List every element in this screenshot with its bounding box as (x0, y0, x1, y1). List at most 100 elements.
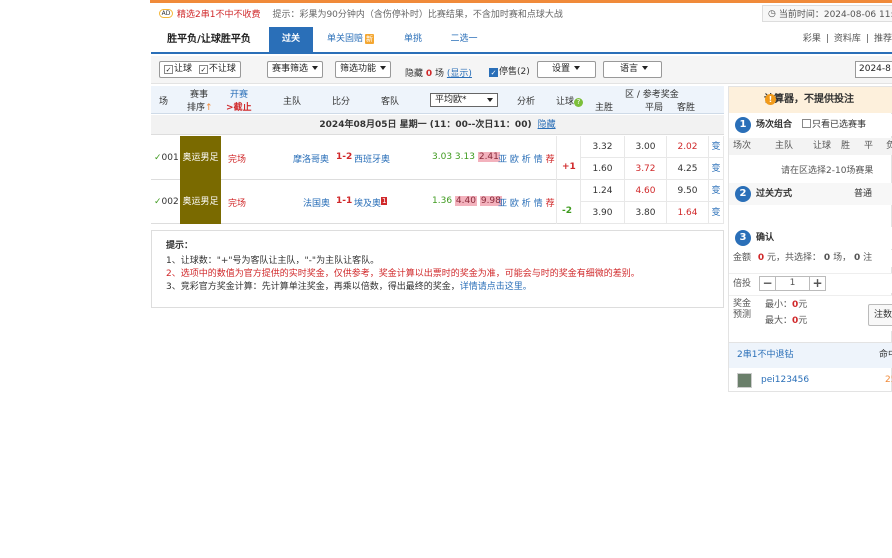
tab-two-choose-one[interactable]: 二选一 (438, 27, 490, 52)
tab-guoguan[interactable]: 过关 (269, 27, 313, 52)
link-ya[interactable]: 亚 (498, 199, 507, 209)
link-ya[interactable]: 亚 (498, 155, 507, 165)
selected-count: 0 (823, 253, 831, 263)
hide-day-link[interactable]: 隐藏 (538, 120, 556, 130)
odds-type-value: 平均欧* (435, 95, 467, 105)
odd-top-loss[interactable]: 9.50 (667, 180, 709, 202)
match-filter-dropdown[interactable]: 赛事筛选 (267, 61, 324, 78)
avg-odds: 1.36 4.40 9.98 (432, 196, 502, 206)
tips-title: 提示： (166, 241, 194, 251)
calc-col-sheng: 胜 (841, 141, 851, 151)
col-kaisai[interactable]: 开赛 (230, 87, 248, 100)
notes-button[interactable]: 注数 (868, 304, 892, 326)
odd-change-link[interactable]: 变 (709, 202, 724, 224)
link-ou[interactable]: 欧 (510, 199, 519, 209)
date-input[interactable]: 2024-8 (855, 61, 892, 78)
rangqiu-filter[interactable]: ✓ 让球 ✓ 不让球 (159, 61, 241, 78)
ad-promo-link[interactable]: 精选2串1不中不收费 (177, 7, 260, 20)
plus-icon[interactable]: + (810, 277, 825, 290)
tab-single-fixed[interactable]: 单关固赔新 (313, 27, 388, 52)
step1-columns: 场次 主队 让球 胜 平 负 (729, 138, 892, 155)
handicap-cell: -2 (556, 180, 581, 224)
link-recommend[interactable]: 荐 (546, 155, 555, 165)
stop-sale-checkbox[interactable]: ✓ (489, 68, 498, 77)
filter-func-dropdown[interactable]: 筛选功能 (335, 61, 392, 78)
only-selected-toggle[interactable]: 只看已选赛事 (802, 119, 866, 130)
home-team[interactable]: 摩洛哥奥 (293, 152, 329, 165)
col-paixu[interactable]: 排序↑ (187, 100, 213, 113)
date-row-text: 2024年08月05日 星期一 (11：00--次日11：00) (319, 120, 532, 130)
no-rangqiu-checkbox[interactable]: ✓ (198, 65, 208, 74)
rangqiu-checkbox[interactable]: ✓ (164, 65, 173, 74)
odd-bottom-draw[interactable]: 3.72 (625, 158, 667, 180)
link-ziliaoku[interactable]: 资料库 (834, 27, 861, 52)
promo-user-row[interactable]: pei123456 25 (729, 368, 892, 393)
promo-user[interactable]: pei123456 (761, 375, 809, 385)
table-header: 场 赛事 排序↑ 开赛 >截止 主队 比分 客队 平均欧* 分析 让球? 区 /… (151, 86, 724, 114)
tab-spf[interactable]: 胜平负/让球胜平负 (151, 27, 267, 52)
odd-top-win[interactable]: 3.32 (581, 136, 625, 158)
promo-user-value: 25 (885, 375, 892, 385)
odd-top-draw[interactable]: 4.60 (625, 180, 667, 202)
match-number[interactable]: ✓001 (154, 153, 179, 163)
step2-section: 2 过关方式 普通 (729, 183, 892, 205)
link-recommend[interactable]: 荐 (546, 199, 555, 209)
minus-icon[interactable]: − (760, 277, 775, 290)
notes-count: 0 (853, 253, 861, 263)
odd-change-link[interactable]: 变 (709, 158, 724, 180)
odd-change-link[interactable]: 变 (709, 180, 724, 202)
tip-detail-link[interactable]: 详情请点击这里。 (460, 282, 532, 292)
odd-top-loss[interactable]: 2.02 (667, 136, 709, 158)
col-jiezhi[interactable]: >截止 (226, 100, 252, 113)
link-qing[interactable]: 情 (534, 199, 543, 209)
settings-dropdown[interactable]: 设置 (537, 61, 596, 78)
prize-min-label: 最小： (765, 300, 793, 310)
link-qing[interactable]: 情 (534, 155, 543, 165)
promo-title-row[interactable]: 2串1不中退钻 命中 (729, 343, 892, 368)
calculator-title: 计算器，不提供投注 (764, 94, 854, 105)
prize-max-label: 最大： (765, 316, 793, 326)
ad-bar[interactable]: AD 精选2串1不中不收费 提示：彩果为90分钟内（含伤停补时）比赛结果，不含加… (159, 6, 563, 20)
step-number-icon: 2 (735, 186, 751, 202)
date-row: 2024年08月05日 星期一 (11：00--次日11：00) 隐藏 (151, 115, 724, 135)
link-xi[interactable]: 析 (522, 199, 531, 209)
home-team[interactable]: 法国奥 (303, 196, 330, 209)
show-hidden-link[interactable]: (显示) (447, 69, 472, 79)
odd-top-draw[interactable]: 3.00 (625, 136, 667, 158)
odd-bottom-win[interactable]: 1.60 (581, 158, 625, 180)
odd-top-win[interactable]: 1.24 (581, 180, 625, 202)
odd-change-link[interactable]: 变 (709, 136, 724, 158)
match-number[interactable]: ✓002 (154, 197, 179, 207)
normal-mode-tab[interactable]: 普通 (854, 183, 872, 205)
odd-bottom-win[interactable]: 3.90 (581, 202, 625, 224)
prize-predict-label: 奖金预测 (733, 299, 752, 320)
multiplier-value[interactable]: 1 (775, 277, 810, 290)
match-score[interactable]: 1-2 (336, 152, 352, 162)
chevron-down-icon (642, 66, 649, 70)
only-selected-checkbox[interactable] (802, 119, 812, 128)
link-tuijian[interactable]: 推荐 (874, 27, 892, 52)
league-badge[interactable]: 奥运男足 (180, 136, 221, 180)
league-badge[interactable]: 奥运男足 (180, 180, 221, 224)
link-xi[interactable]: 析 (522, 155, 531, 165)
help-icon[interactable]: ? (574, 98, 584, 107)
odd-bottom-loss[interactable]: 1.64 (667, 202, 709, 224)
away-team[interactable]: 西班牙奥 (354, 152, 390, 165)
tab-single[interactable]: 单挑 (388, 27, 438, 52)
col-zhusheng: 主胜 (595, 103, 614, 113)
match-score[interactable]: 1-1 (336, 196, 352, 206)
prize-predict-row: 奖金预测 最小：0元 最大：0元 注数 (729, 295, 892, 331)
odd-bottom-loss[interactable]: 4.25 (667, 158, 709, 180)
away-team[interactable]: 埃及奥1 (354, 196, 388, 209)
stop-sale-toggle[interactable]: ✓ 停售(2) (489, 64, 530, 77)
odds-type-select[interactable]: 平均欧* (430, 93, 498, 107)
odd-bottom-draw[interactable]: 3.80 (625, 202, 667, 224)
multiplier-stepper[interactable]: − 1 + (759, 276, 826, 291)
divider: | (865, 34, 869, 44)
step3-section: 3 确认 (729, 227, 892, 249)
link-ou[interactable]: 欧 (510, 155, 519, 165)
language-dropdown[interactable]: 语言 (603, 61, 662, 78)
chevron-down-icon (380, 66, 387, 70)
count-unit: 场， (833, 253, 852, 263)
link-caiguo[interactable]: 彩果 (803, 27, 821, 52)
